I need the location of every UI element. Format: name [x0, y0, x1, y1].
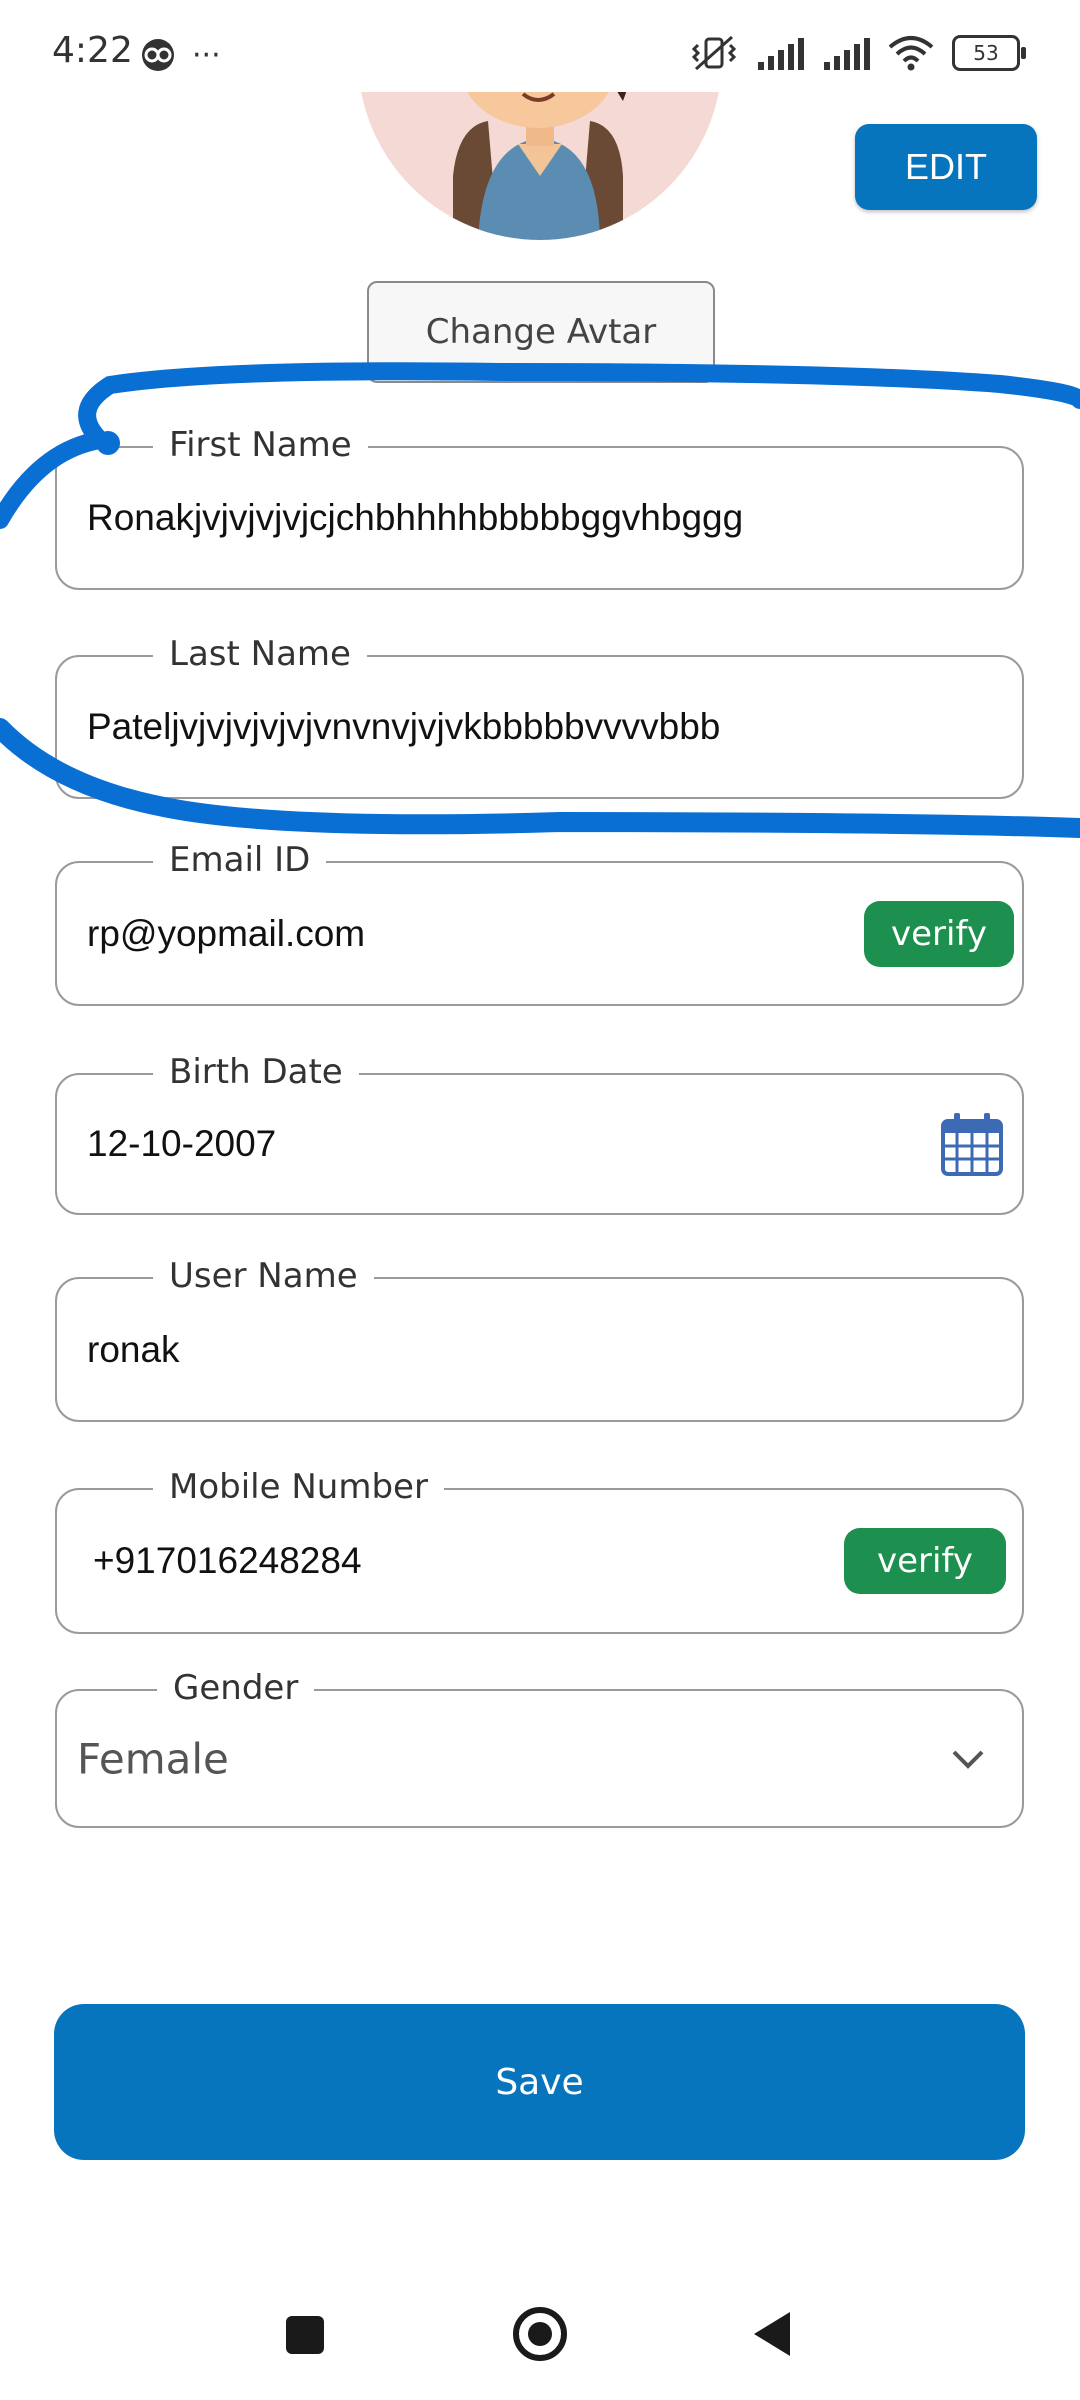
first-name-value: Ronakjvjvjvjvjcjchbhhhhbbbbbggvhbggg — [87, 497, 744, 538]
last-name-value: Pateljvjvjvjvjvjvnvnvjvjvkbbbbbvvvvbbb — [87, 706, 721, 747]
user-name-value: ronak — [87, 1328, 180, 1370]
last-name-label: Last Name — [153, 631, 367, 677]
battery-icon: 53 — [952, 35, 1026, 71]
home-circle-icon[interactable] — [512, 2306, 568, 2362]
profile-screen: 4:22 ··· 53 EDIT Change Avtar First Name… — [0, 0, 1080, 2400]
email-field[interactable]: Email ID rp@yopmail.com verify — [55, 837, 1024, 1006]
system-nav-bar — [0, 2270, 1080, 2400]
email-value: rp@yopmail.com — [87, 912, 366, 954]
gender-label: Gender — [157, 1665, 315, 1711]
birth-date-value: 12-10-2007 — [87, 1123, 277, 1164]
first-name-label: First Name — [153, 422, 368, 468]
gender-selected-value: Female — [77, 1734, 229, 1783]
more-notifications-icon: ··· — [192, 37, 221, 73]
mobile-number-label: Mobile Number — [153, 1464, 444, 1510]
last-name-field[interactable]: Last Name Pateljvjvjvjvjvjvnvnvjvjvkbbbb… — [55, 631, 1024, 799]
cell-signal-icon-2 — [824, 38, 870, 70]
save-button[interactable]: Save — [54, 2004, 1025, 2160]
mobile-number-value: +917016248284 — [93, 1540, 362, 1581]
status-icons-right: 53 — [690, 28, 1026, 78]
birth-date-field[interactable]: Birth Date 12-10-2007 — [55, 1049, 1024, 1215]
chevron-down-icon[interactable] — [950, 1747, 986, 1771]
change-avatar-button[interactable]: Change Avtar — [367, 281, 715, 383]
edit-button[interactable]: EDIT — [855, 124, 1037, 210]
status-time: 4:22 — [52, 30, 133, 71]
battery-level: 53 — [973, 41, 999, 65]
status-bar: 4:22 ··· 53 — [0, 0, 1080, 92]
wifi-icon — [888, 36, 934, 71]
mobile-number-field[interactable]: Mobile Number +917016248284 verify — [55, 1464, 1024, 1634]
user-name-field[interactable]: User Name ronak — [55, 1253, 1024, 1422]
email-label: Email ID — [153, 837, 327, 883]
mobile-verify-button[interactable]: verify — [844, 1528, 1006, 1594]
recents-square-icon[interactable] — [286, 2316, 324, 2354]
cell-signal-icon-1 — [758, 38, 804, 70]
back-triangle-icon[interactable] — [752, 2310, 792, 2358]
calendar-icon[interactable] — [940, 1111, 1004, 1177]
user-name-label: User Name — [153, 1253, 374, 1299]
app-notification-icon — [142, 39, 174, 71]
email-verify-button[interactable]: verify — [864, 900, 1014, 967]
gender-select[interactable]: Gender Female — [55, 1665, 1024, 1828]
birth-date-label: Birth Date — [153, 1049, 359, 1095]
vibrate-off-icon — [691, 35, 737, 71]
status-icons-left: ··· — [140, 30, 221, 80]
first-name-field[interactable]: First Name Ronakjvjvjvjvjcjchbhhhhbbbbbg… — [55, 422, 1024, 590]
